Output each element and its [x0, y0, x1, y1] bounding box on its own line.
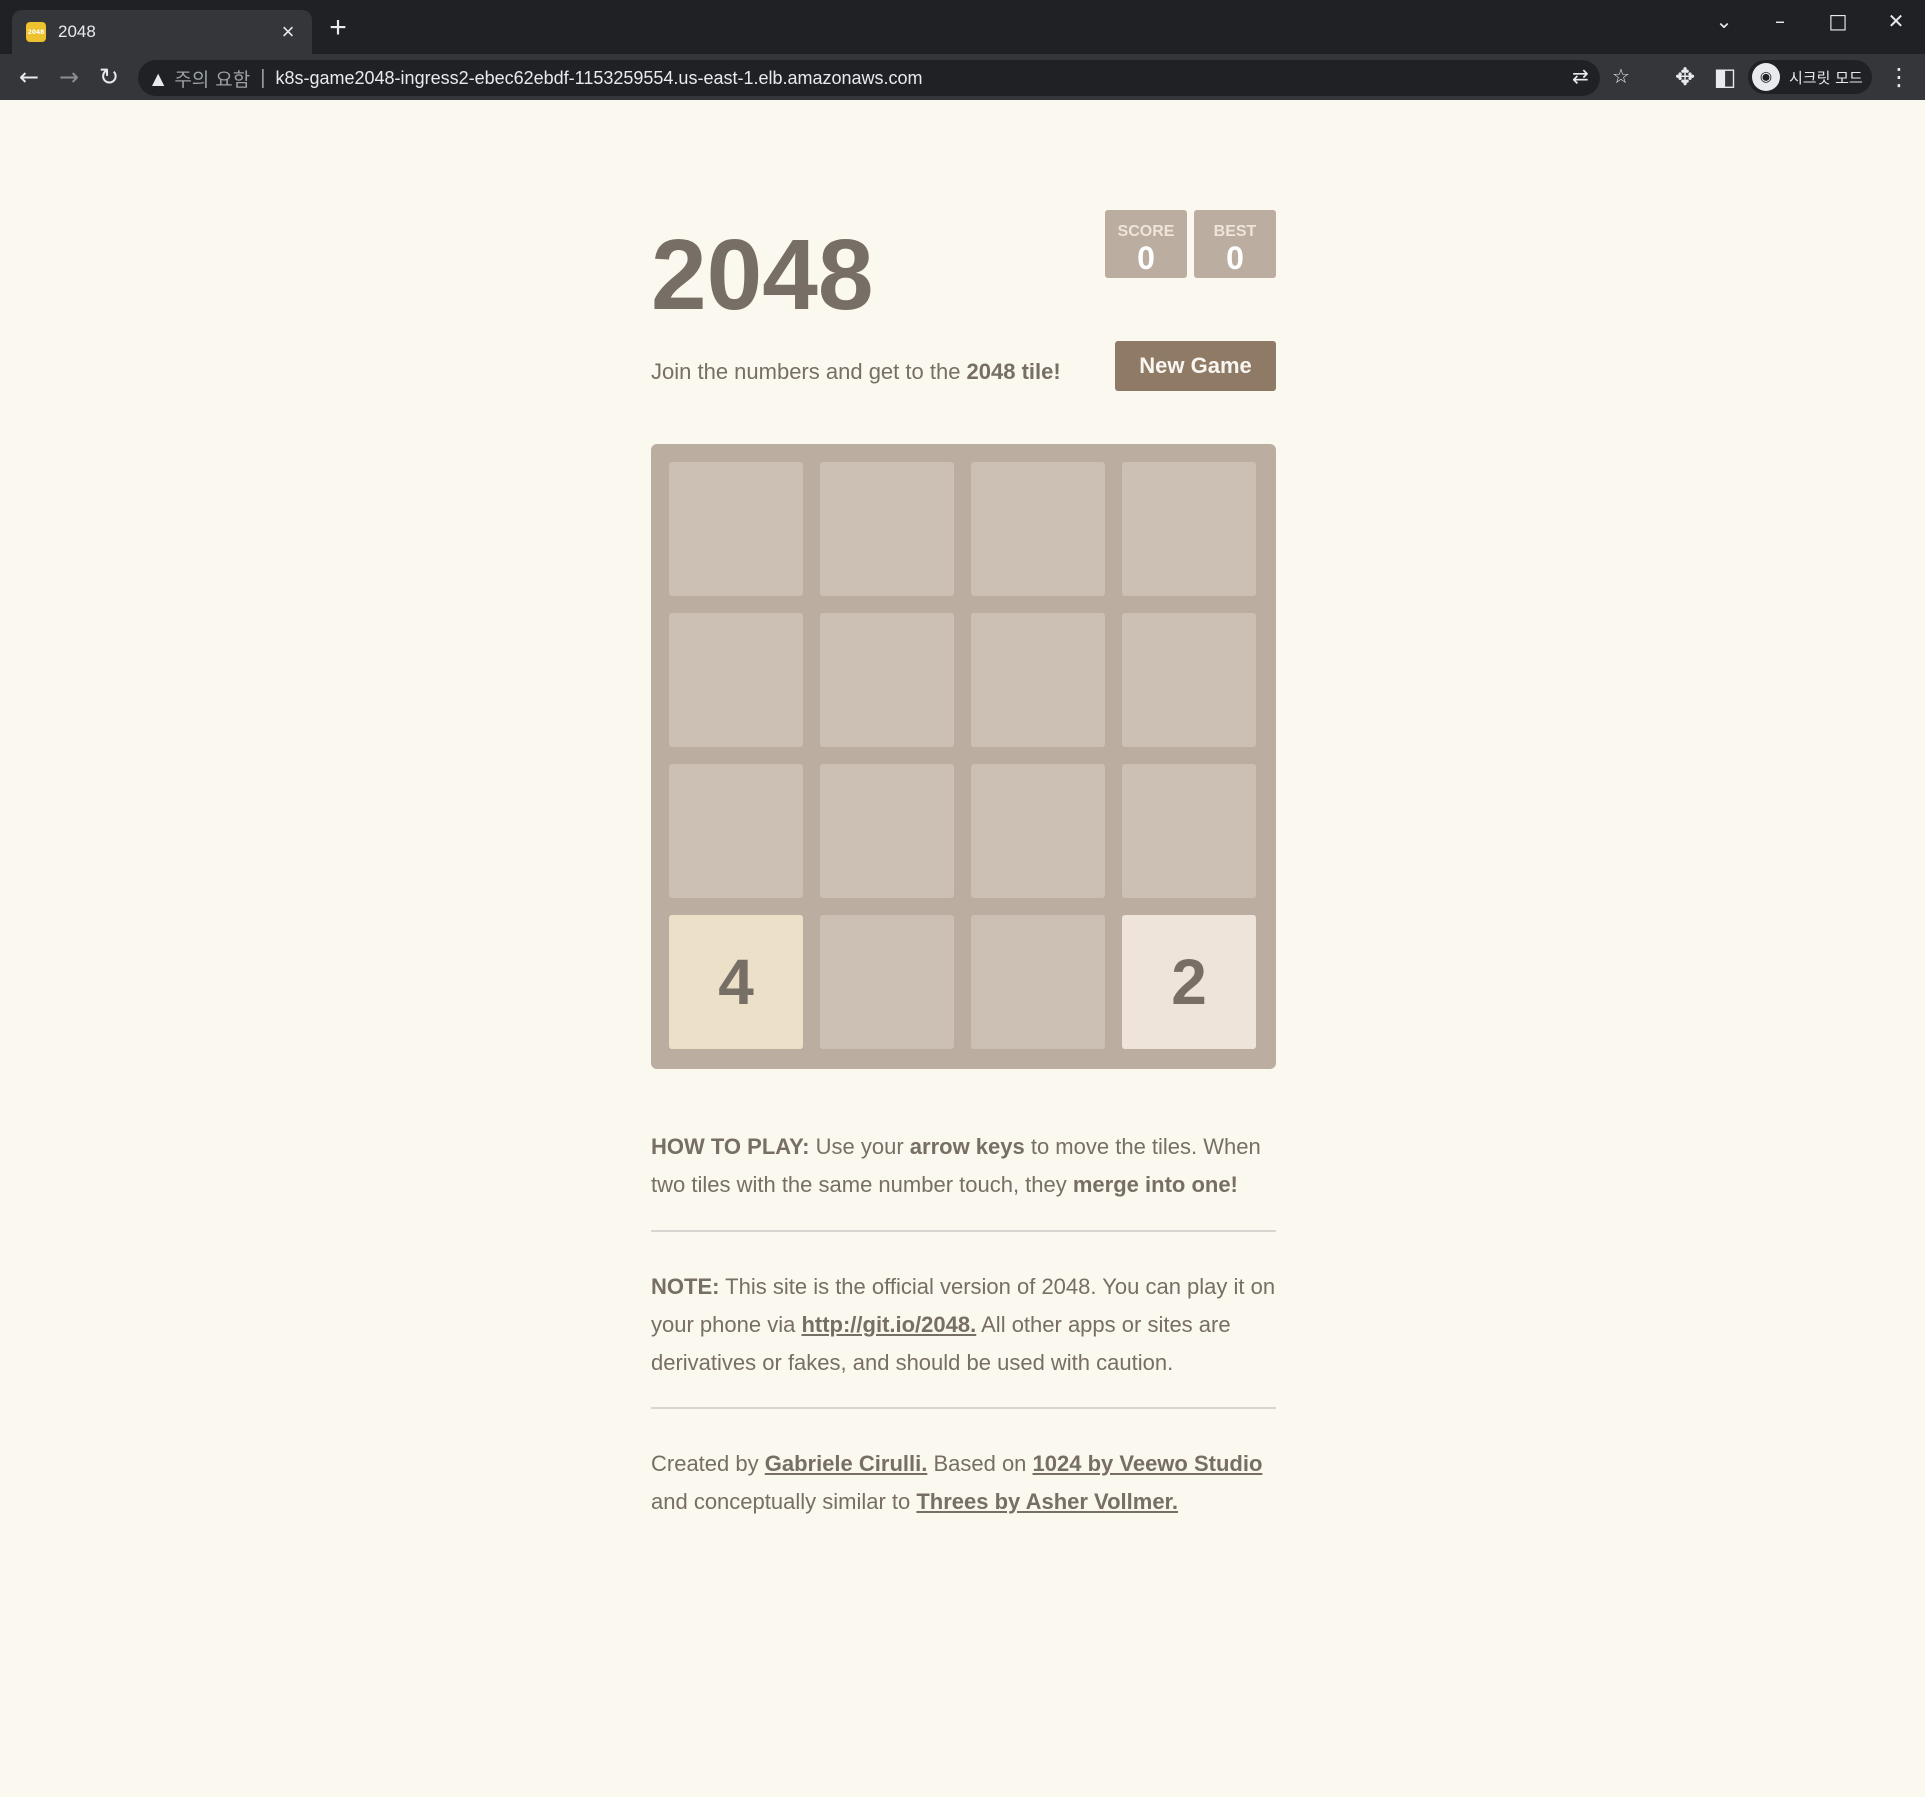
browser-chrome: 2048 2048 × + ⌄ – □ ✕ ← → ↻ ▲ 주의 요함 | k8… [0, 0, 1925, 100]
tile-2: 2 [1122, 915, 1256, 1049]
puzzle-icon[interactable]: ✥ [1670, 62, 1700, 92]
new-game-button[interactable]: New Game [1115, 341, 1276, 391]
grid-cell [971, 462, 1105, 596]
divider [651, 1407, 1276, 1409]
security-warning-label[interactable]: 주의 요함 [174, 65, 250, 92]
star-icon[interactable]: ☆ [1612, 64, 1630, 88]
how-to-play-text-1: Use your [809, 1134, 910, 1159]
credits-text-2: Based on [927, 1451, 1033, 1476]
note-label: NOTE: [651, 1274, 720, 1299]
score-box: SCORE 0 [1105, 210, 1187, 278]
close-window-icon[interactable]: ✕ [1876, 6, 1916, 36]
grid-cell [820, 613, 954, 747]
minimize-icon[interactable]: – [1760, 6, 1800, 36]
incognito-icon: ◉ [1752, 63, 1780, 91]
grid-cell [669, 462, 803, 596]
address-separator: | [260, 66, 266, 89]
grid-cell [1122, 764, 1256, 898]
intro-text: Join the numbers and get to the [651, 359, 967, 384]
tab-title: 2048 [58, 22, 96, 41]
intro-bold: 2048 tile! [966, 359, 1061, 384]
note: NOTE: This site is the official version … [651, 1268, 1276, 1382]
grid-cell [669, 613, 803, 747]
forward-arrow-icon[interactable]: → [54, 62, 84, 92]
maximize-icon[interactable]: □ [1818, 6, 1858, 36]
tab-search-icon[interactable]: ⌄ [1704, 6, 1744, 36]
how-to-play: HOW TO PLAY: Use your arrow keys to move… [651, 1128, 1276, 1204]
game-board[interactable]: 42 [651, 444, 1276, 1069]
back-arrow-icon[interactable]: ← [14, 62, 44, 92]
game-intro: Join the numbers and get to the 2048 til… [651, 352, 1061, 392]
score-label: SCORE [1117, 223, 1175, 240]
browser-tab[interactable]: 2048 2048 × [12, 10, 312, 54]
game-title: 2048 [651, 219, 874, 331]
threes-link[interactable]: Threes by Asher Vollmer. [916, 1489, 1178, 1514]
credits-text-3: and conceptually similar to [651, 1489, 917, 1514]
incognito-profile[interactable]: ◉ 시크릿 모드 [1748, 60, 1872, 94]
close-tab-icon[interactable]: × [276, 20, 300, 44]
grid-cell [971, 764, 1105, 898]
how-to-play-bold-2: merge into one! [1072, 1172, 1238, 1197]
browser-toolbar: ← → ↻ ▲ 주의 요함 | k8s-game2048-ingress2-eb… [0, 54, 1925, 100]
kebab-menu-icon[interactable]: ⋮ [1884, 62, 1914, 92]
address-bar[interactable]: ▲ 주의 요함 | k8s-game2048-ingress2-ebec62eb… [138, 60, 1630, 96]
best-value: 0 [1226, 240, 1244, 276]
grid-cell [820, 915, 954, 1049]
git-io-link[interactable]: http://git.io/2048. [801, 1312, 976, 1337]
divider [651, 1230, 1276, 1232]
grid-cell [1122, 613, 1256, 747]
reload-icon[interactable]: ↻ [94, 62, 124, 92]
score-value: 0 [1137, 240, 1155, 276]
translate-icon[interactable]: ⇄ [1572, 64, 1589, 88]
new-tab-button[interactable]: + [324, 13, 352, 43]
tab-bar: 2048 2048 × + ⌄ – □ ✕ [0, 0, 1925, 54]
how-to-play-label: HOW TO PLAY: [651, 1134, 810, 1159]
side-panel-icon[interactable]: ◧ [1710, 62, 1740, 92]
how-to-play-bold-1: arrow keys [909, 1134, 1025, 1159]
grid-cell [971, 613, 1105, 747]
author-link[interactable]: Gabriele Cirulli. [765, 1451, 928, 1476]
grid-cell [669, 764, 803, 898]
profile-label: 시크릿 모드 [1789, 68, 1863, 87]
grid-cell [820, 764, 954, 898]
credits-text-1: Created by [651, 1451, 765, 1476]
grid-cell [820, 462, 954, 596]
veewo-link[interactable]: 1024 by Veewo Studio [1033, 1451, 1263, 1476]
grid-cell [1122, 462, 1256, 596]
best-box: BEST 0 [1194, 210, 1276, 278]
favicon-icon: 2048 [26, 22, 46, 42]
url-text[interactable]: k8s-game2048-ingress2-ebec62ebdf-1153259… [275, 68, 922, 89]
best-label: BEST [1213, 223, 1257, 240]
warning-icon[interactable]: ▲ [152, 69, 164, 88]
grid-cell [971, 915, 1105, 1049]
tile-4: 4 [669, 915, 803, 1049]
credits: Created by Gabriele Cirulli. Based on 10… [651, 1445, 1276, 1521]
